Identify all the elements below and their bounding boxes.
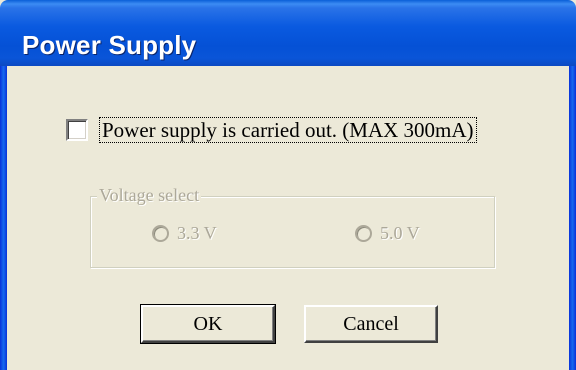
radio-5v0-circle[interactable] <box>355 224 372 242</box>
power-supply-dialog: Power Supply Power supply is carried out… <box>0 0 576 370</box>
ok-button[interactable]: OK <box>140 304 276 344</box>
radio-3v3-label[interactable]: 3.3 V <box>177 222 217 244</box>
window-frame-right[interactable] <box>569 66 576 370</box>
window-title: Power Supply <box>22 30 197 60</box>
voltage-select-legend: Voltage select <box>97 184 202 206</box>
cancel-button[interactable]: Cancel <box>304 305 438 343</box>
voltage-select-group <box>90 196 495 268</box>
radio-3v3[interactable]: 3.3 V <box>152 222 217 244</box>
power-supply-checkbox[interactable] <box>66 119 88 141</box>
power-supply-checkbox-row[interactable]: Power supply is carried out. (MAX 300mA) <box>66 116 477 144</box>
radio-5v0-label[interactable]: 5.0 V <box>380 222 420 244</box>
window-frame-left <box>0 66 7 370</box>
title-bar[interactable]: Power Supply <box>0 0 576 66</box>
radio-3v3-circle[interactable] <box>152 224 169 242</box>
power-supply-checkbox-label[interactable]: Power supply is carried out. (MAX 300mA) <box>99 117 477 143</box>
radio-5v0[interactable]: 5.0 V <box>355 222 420 244</box>
